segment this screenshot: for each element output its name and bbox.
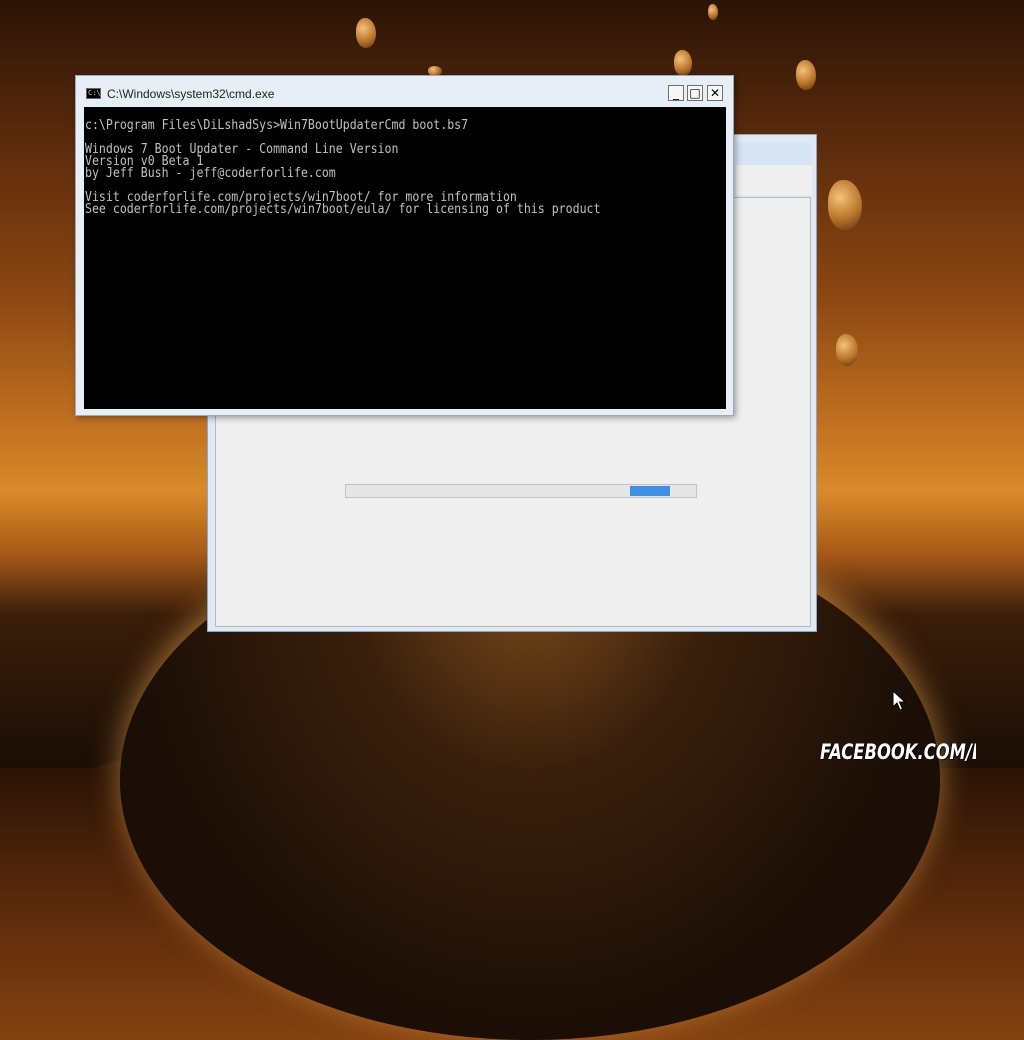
wallpaper-asteroid [796,60,816,90]
wallpaper-asteroid [708,4,718,20]
watermark-text: FACEBOOK.COM/DILSHADSYS [820,740,976,764]
wallpaper-asteroid [674,50,692,76]
updater-window-toolbar-strip [736,165,812,195]
progress-bar-marquee-chunk [630,486,670,496]
wallpaper-asteroid [356,18,376,48]
maximize-icon: □ [689,86,701,100]
wallpaper-asteroid [836,334,858,366]
maximize-button[interactable]: □ [687,85,703,101]
cmd-window-title: C:\Windows\system32\cmd.exe [107,87,275,101]
progress-bar [345,484,697,498]
cmd-title-bar[interactable]: C:\ C:\Windows\system32\cmd.exe _ □ ✕ [76,76,733,106]
console-line: See coderforlife.com/projects/win7boot/e… [85,202,601,217]
wallpaper-asteroid [828,180,862,230]
close-button[interactable]: ✕ [707,85,723,101]
cmd-app-icon[interactable]: C:\ [86,88,101,99]
console-output[interactable]: c:\Program Files\DiLshadSys>Win7BootUpda… [84,107,726,409]
close-icon: ✕ [709,86,721,100]
minimize-icon: _ [673,86,679,100]
updater-window-header-strip [736,143,812,166]
minimize-button[interactable]: _ [668,85,684,101]
mouse-cursor-icon [892,690,906,711]
console-line: by Jeff Bush - jeff@coderforlife.com [85,166,336,181]
console-line: c:\Program Files\DiLshadSys>Win7BootUpda… [85,118,469,133]
cmd-window[interactable]: C:\ C:\Windows\system32\cmd.exe _ □ ✕ c:… [75,75,734,416]
